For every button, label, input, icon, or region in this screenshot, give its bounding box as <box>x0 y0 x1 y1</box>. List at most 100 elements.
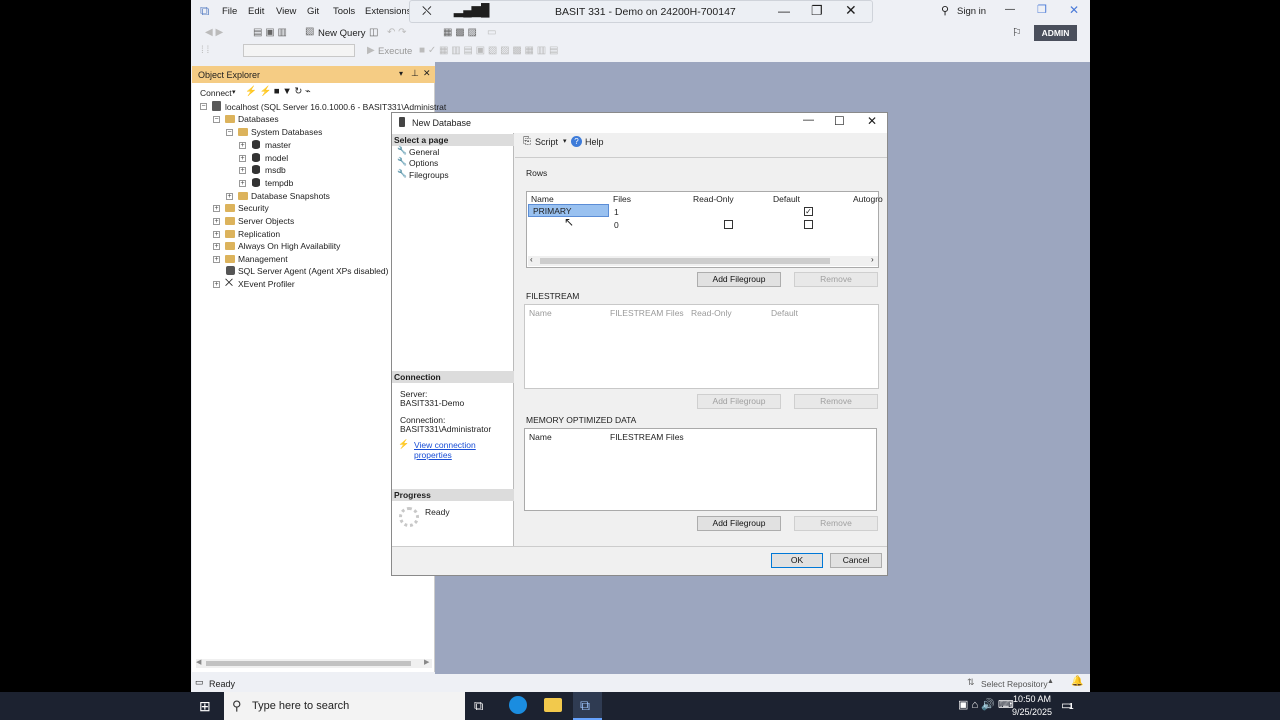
tree-node-server[interactable]: localhost (SQL Server 16.0.1000.6 - BASI… <box>225 102 446 112</box>
mo-column-name[interactable]: Name <box>529 432 552 442</box>
tree-expander[interactable]: − <box>226 129 233 136</box>
column-files[interactable]: Files <box>613 194 631 204</box>
tree-expander[interactable]: + <box>213 231 220 238</box>
taskbar-search[interactable]: ⚲ Type here to search <box>224 692 465 720</box>
mo-column-files[interactable]: FILESTREAM Files <box>610 432 684 442</box>
rdp-restore-icon[interactable]: ❐ <box>811 3 823 19</box>
windows-start-icon[interactable]: ⊞ <box>199 698 211 715</box>
dialog-maximize-icon[interactable]: ☐ <box>834 114 845 128</box>
tree-expander[interactable]: − <box>200 103 207 110</box>
tree-node-always-on[interactable]: Always On High Availability <box>238 241 340 251</box>
task-view-icon[interactable]: ⧉ <box>474 698 483 714</box>
oe-toolbar-icons[interactable]: ⚡ ⚡ ■ ▼ ↻ ⌁ <box>245 86 311 97</box>
new-project-icon[interactable]: ▤ ▣ ▥ <box>253 27 287 38</box>
scroll-left-icon[interactable]: ‹ <box>530 255 533 264</box>
notification-bell-icon[interactable]: 🔔 <box>1071 676 1083 687</box>
read-only-checkbox[interactable] <box>724 220 733 229</box>
script-button[interactable]: Script <box>535 137 558 147</box>
dialog-close-icon[interactable]: ✕ <box>867 114 877 128</box>
tree-expander[interactable]: − <box>213 116 220 123</box>
tree-node-xevent-profiler[interactable]: XEvent Profiler <box>238 279 295 289</box>
page-options[interactable]: Options <box>409 158 438 168</box>
close-panel-icon[interactable]: ✕ <box>423 68 431 79</box>
execute-icon[interactable]: ▶ <box>367 45 375 56</box>
menu-edit[interactable]: Edit <box>248 6 264 17</box>
feedback-icon[interactable]: ⚐ <box>1012 26 1022 39</box>
page-general[interactable]: General <box>409 147 439 157</box>
tree-expander[interactable]: + <box>239 167 246 174</box>
menu-git[interactable]: Git <box>307 6 319 17</box>
tree-expander[interactable]: + <box>226 193 233 200</box>
remove-rows-button[interactable]: Remove <box>794 272 878 287</box>
scroll-thumb[interactable] <box>206 661 411 666</box>
remove-filestream-button[interactable]: Remove <box>794 394 878 409</box>
close-icon[interactable]: ✕ <box>1069 3 1079 17</box>
menu-view[interactable]: View <box>276 6 296 17</box>
debug-icon[interactable]: ⁞ ⁞ <box>201 45 209 56</box>
new-query-icon[interactable]: ▧ <box>305 26 314 37</box>
column-read-only[interactable]: Read-Only <box>693 194 734 204</box>
dialog-minimize-icon[interactable]: — <box>803 114 814 126</box>
tree-expander[interactable]: + <box>213 218 220 225</box>
scroll-left-icon[interactable]: ◀ <box>196 658 201 666</box>
add-filegroup-filestream-button[interactable]: Add Filegroup <box>697 394 781 409</box>
script-dropdown-icon[interactable]: ▾ <box>563 137 567 145</box>
rdp-minimize-icon[interactable]: — <box>778 4 790 18</box>
dropdown-icon[interactable]: ▾ <box>399 69 403 78</box>
new-query-button[interactable]: New Query <box>318 28 366 39</box>
menu-extensions[interactable]: Extensions <box>365 6 411 17</box>
rows-horizontal-scrollbar[interactable]: ‹ › <box>528 255 878 266</box>
menu-tools[interactable]: Tools <box>333 6 355 17</box>
tree-node-model[interactable]: model <box>265 153 288 163</box>
tree-node-system-databases[interactable]: System Databases <box>251 127 322 137</box>
repo-up-icon[interactable]: ▲ <box>1047 678 1054 685</box>
add-filegroup-memopt-button[interactable]: Add Filegroup <box>697 516 781 531</box>
scroll-thumb[interactable] <box>540 258 830 264</box>
cancel-button[interactable]: Cancel <box>830 553 882 568</box>
page-filegroups[interactable]: Filegroups <box>409 170 449 180</box>
select-repository[interactable]: Select Repository <box>981 679 1048 689</box>
tree-expander[interactable]: + <box>239 155 246 162</box>
rdp-close-icon[interactable]: ✕ <box>845 2 857 19</box>
toolbar-icons[interactable]: ▦ ▩ ▨ <box>443 27 477 38</box>
pin-panel-icon[interactable]: ⊥ <box>411 68 419 79</box>
restore-icon[interactable]: ❐ <box>1037 3 1047 16</box>
minimize-icon[interactable]: — <box>1005 4 1015 15</box>
default-checkbox-checked[interactable]: ✓ <box>804 207 813 216</box>
pin-icon[interactable]: ⛌ <box>422 3 432 19</box>
scroll-right-icon[interactable]: › <box>871 255 874 264</box>
execute-button[interactable]: Execute <box>378 46 412 57</box>
view-connection-properties-link[interactable]: View connection properties <box>414 440 513 460</box>
oe-horizontal-scrollbar[interactable]: ◀ ▶ <box>196 659 432 668</box>
tray-icons[interactable]: ▣ ⌂ 🔊 ⌨ <box>958 698 1014 711</box>
tree-expander[interactable]: + <box>239 142 246 149</box>
ssms-taskbar-button[interactable]: ⧉ <box>573 692 602 720</box>
default-checkbox[interactable] <box>804 220 813 229</box>
back-icon[interactable]: ◀ ▶ <box>205 27 223 38</box>
sign-in-link[interactable]: Sign in <box>957 6 986 17</box>
connect-button[interactable]: Connect <box>200 88 232 98</box>
menu-file[interactable]: File <box>222 6 237 17</box>
tree-expander[interactable]: + <box>213 256 220 263</box>
remove-memopt-button[interactable]: Remove <box>794 516 878 531</box>
help-button[interactable]: Help <box>585 137 604 147</box>
column-name[interactable]: Name <box>531 194 554 204</box>
clock-date[interactable]: 9/25/2025 <box>1012 707 1052 717</box>
db-query-icon[interactable]: ◫ <box>369 27 378 38</box>
tree-node-tempdb[interactable]: tempdb <box>265 178 293 188</box>
undo-icon[interactable]: ↶ ↷ <box>387 27 407 38</box>
tree-node-database-snapshots[interactable]: Database Snapshots <box>251 191 330 201</box>
tree-node-databases[interactable]: Databases <box>238 114 279 124</box>
tree-node-server-objects[interactable]: Server Objects <box>238 216 294 226</box>
tree-node-security[interactable]: Security <box>238 203 269 213</box>
tree-expander[interactable]: + <box>239 180 246 187</box>
column-default[interactable]: Default <box>773 194 800 204</box>
tree-node-sql-agent[interactable]: SQL Server Agent (Agent XPs disabled) <box>238 266 388 276</box>
tree-node-master[interactable]: master <box>265 140 291 150</box>
clock-time[interactable]: 10:50 AM <box>1013 694 1051 704</box>
column-autogrow[interactable]: Autogro <box>853 194 883 204</box>
add-filegroup-rows-button[interactable]: Add Filegroup <box>697 272 781 287</box>
ok-button[interactable]: OK <box>771 553 823 568</box>
tree-node-msdb[interactable]: msdb <box>265 165 286 175</box>
query-tools-icon[interactable]: ■ ✓ ▦ ▥ ▤ ▣ ▧ ▨ ▩ ▦ ▥ ▤ <box>419 45 558 56</box>
